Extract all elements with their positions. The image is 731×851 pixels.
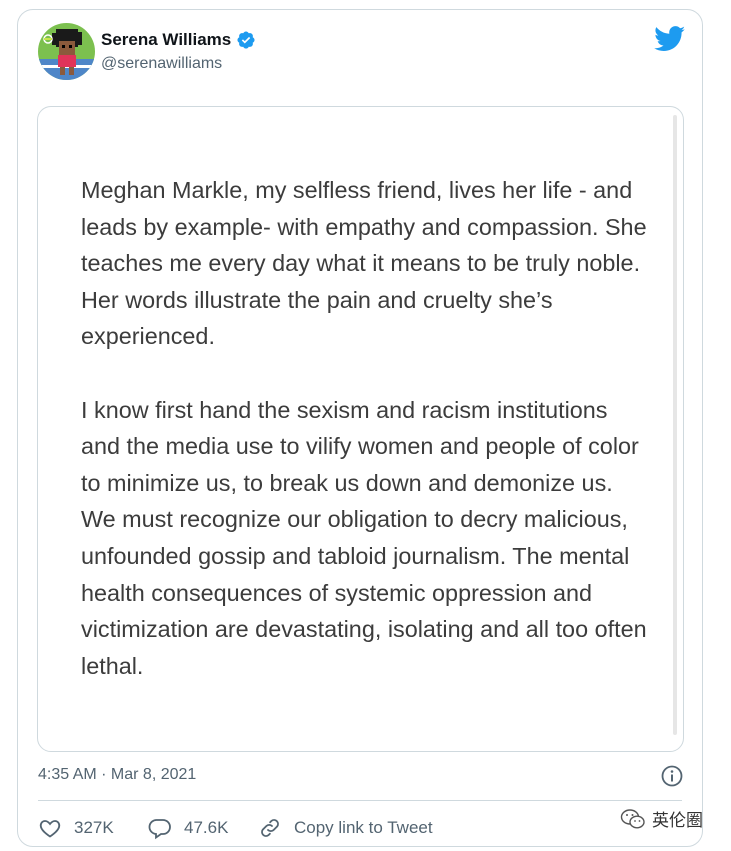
copy-link-button[interactable]: Copy link to Tweet (258, 816, 433, 840)
scrollbar[interactable] (673, 115, 677, 735)
reply-button[interactable]: 47.6K (148, 816, 258, 840)
verified-badge-icon (237, 31, 255, 49)
reply-count: 47.6K (184, 818, 229, 837)
author-handle[interactable]: @serenawilliams (101, 55, 222, 73)
like-button[interactable]: 327K (38, 816, 148, 840)
watermark: 英伦圈 (620, 806, 703, 831)
like-count: 327K (74, 818, 114, 837)
statement-text: Meghan Markle, my selfless friend, lives… (81, 172, 651, 684)
copy-link-label: Copy link to Tweet (294, 818, 433, 837)
author-name-row[interactable]: Serena Williams (101, 30, 256, 50)
statement-paragraph-1: Meghan Markle, my selfless friend, lives… (81, 177, 647, 350)
divider (38, 800, 682, 801)
statement-image[interactable]: Meghan Markle, my selfless friend, lives… (37, 106, 684, 752)
heart-icon (39, 820, 61, 838)
info-icon[interactable] (660, 764, 684, 788)
reply-icon (148, 819, 171, 840)
wechat-icon (620, 808, 645, 829)
statement-paragraph-2: I know first hand the sexism and racism … (81, 396, 647, 679)
tweet-actions: 327K 47.6K Copy link to Tweet (38, 816, 433, 840)
link-icon (261, 819, 279, 837)
tweet-timestamp[interactable]: 4:35 AM · Mar 8, 2021 (38, 766, 196, 784)
author-display-name[interactable]: Serena Williams (101, 30, 231, 50)
tweet-card: Serena Williams @serenawilliams Meghan M… (17, 9, 703, 847)
twitter-bird-icon[interactable] (654, 26, 686, 52)
avatar[interactable] (38, 23, 95, 80)
watermark-text: 英伦圈 (652, 811, 703, 830)
